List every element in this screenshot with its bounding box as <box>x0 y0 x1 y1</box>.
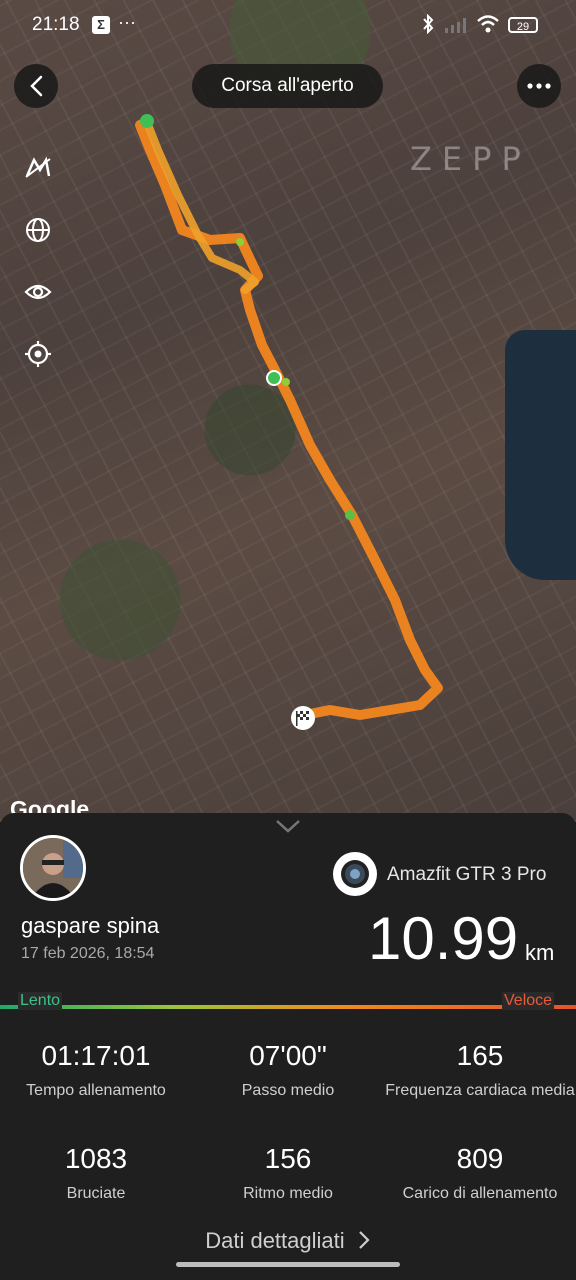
zepp-watermark: ZEPP <box>410 140 531 178</box>
locate-icon[interactable] <box>22 338 54 370</box>
stat-value: 156 <box>264 1143 312 1174</box>
more-dots-icon <box>527 83 551 89</box>
more-notifications-icon: ··· <box>118 12 136 32</box>
distance-value: 10.99 <box>368 905 519 972</box>
eye-icon[interactable] <box>22 276 54 308</box>
finish-flag-icon <box>291 706 315 730</box>
stat-value: 01:17:01 <box>41 1040 151 1071</box>
stat-value: 1083 <box>64 1143 128 1174</box>
activity-date: 17 feb 2026, 18:54 <box>21 945 155 962</box>
bluetooth-icon <box>421 13 435 39</box>
stat-label: Frequenza cardiaca media <box>385 1082 575 1099</box>
waypoint-marker <box>266 370 282 386</box>
stat-value: 07'00" <box>249 1040 327 1071</box>
stat-avg-pace: 07'00" Passo medio <box>192 1040 384 1102</box>
start-marker <box>140 114 154 128</box>
activity-title: Corsa all'aperto <box>192 64 383 108</box>
stat-value: 165 <box>456 1040 504 1071</box>
pace-fast-label: Veloce <box>502 992 555 1010</box>
route-map[interactable]: ZEPP Google <box>0 0 576 822</box>
stat-avg-heart-rate: 165 Frequenza cardiaca media <box>384 1040 576 1102</box>
stat-label: Ritmo medio <box>243 1185 333 1202</box>
avatar[interactable] <box>20 835 86 901</box>
stat-training-time: 01:17:01 Tempo allenamento <box>0 1040 192 1102</box>
clock: 21:18 <box>32 14 80 35</box>
distance-unit: km <box>525 940 555 965</box>
stat-label: Tempo allenamento <box>26 1082 166 1099</box>
more-options-button[interactable] <box>517 64 561 108</box>
stat-label: Bruciate <box>66 1185 126 1202</box>
collapse-chevron-icon[interactable] <box>275 818 301 834</box>
status-bar: 21:18 Σ ··· 29 <box>0 0 576 54</box>
stat-label: Passo medio <box>241 1082 335 1099</box>
watch-icon <box>333 852 377 896</box>
detailed-data-link[interactable]: Dati dettagliati <box>0 1228 576 1254</box>
sigma-icon: Σ <box>92 16 110 34</box>
route-track <box>135 114 443 730</box>
detailed-data-label: Dati dettagliati <box>205 1228 345 1253</box>
stat-value: 809 <box>456 1143 504 1174</box>
stat-training-load: 809 Carico di allenamento <box>384 1143 576 1205</box>
cell-signal-icon <box>444 17 468 33</box>
stat-avg-cadence: 156 Ritmo medio <box>192 1143 384 1205</box>
home-indicator[interactable] <box>176 1262 400 1267</box>
pace-slow-label: Lento <box>18 992 63 1010</box>
battery-icon: 29 <box>508 17 538 33</box>
back-button[interactable] <box>14 64 58 108</box>
globe-icon[interactable] <box>22 214 54 246</box>
pace-scale-bar <box>0 1005 576 1009</box>
user-name: gaspare spina <box>21 913 160 938</box>
chevron-left-icon <box>30 75 43 97</box>
chevron-right-icon <box>358 1231 370 1249</box>
stat-label: Carico di allenamento <box>402 1185 558 1202</box>
wifi-icon <box>476 14 500 34</box>
stat-calories: 1083 Bruciate <box>0 1143 192 1205</box>
km-markers-icon[interactable] <box>22 152 54 184</box>
device-name: Amazfit GTR 3 Pro <box>387 864 547 885</box>
